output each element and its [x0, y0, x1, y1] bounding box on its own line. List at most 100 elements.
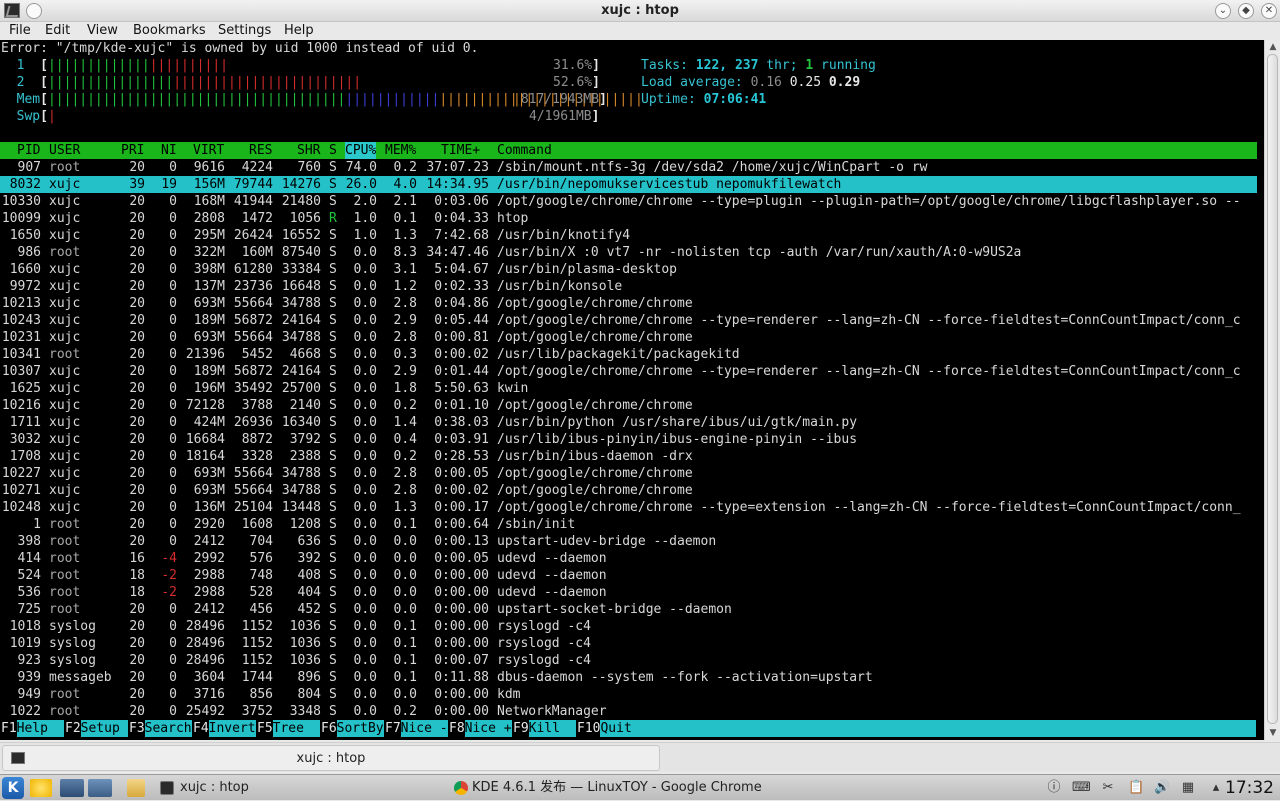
clipboard-icon[interactable]: 📋: [1128, 780, 1144, 796]
cell-virt: 189M: [193, 313, 225, 328]
table-row[interactable]: 10307 xujc 20 0 189M 56872 24164 S 0.0 2.9 0:01.44…: [0, 363, 1257, 380]
scroll-down-icon[interactable]: ▼: [1268, 728, 1278, 738]
network-icon[interactable]: ▦: [1180, 780, 1196, 796]
favorites-star-icon[interactable]: [30, 779, 52, 797]
table-row[interactable]: 949 root 20 0 3716 856 804 S 0.0 0.0 0:00.00 kdm: [0, 686, 1257, 703]
table-row[interactable]: 414 root 16 -4 2992 576 392 S 0.0 0.0 0:00.05 udevd…: [0, 550, 1257, 567]
col-command[interactable]: Command: [497, 142, 552, 159]
table-row[interactable]: 1708 xujc 20 0 18164 3328 2388 S 0.0 0.2 0:28.53/u…: [0, 448, 1257, 465]
table-row[interactable]: 3032 xujc 20 0 16684 8872 3792 S 0.0 0.4 0:03.91/u…: [0, 431, 1257, 448]
col-pid[interactable]: PID: [17, 142, 40, 159]
cell-shr: 25700: [281, 381, 321, 396]
cell-mem: 2.8: [393, 466, 417, 481]
table-row[interactable]: 398 root 20 0 2412 704 636 S 0.0 0.0 0:00.13 upstar…: [0, 533, 1257, 550]
table-row-selected[interactable]: 8032 xujc 39 19 156M 79744 14276 S 26.0 4.0 14:34.…: [0, 176, 1257, 193]
col-time[interactable]: TIME+: [441, 142, 480, 159]
table-row[interactable]: 725 root 20 0 2412 456 452 S 0.0 0.0 0:00.00 upstar…: [0, 601, 1257, 618]
col-pri[interactable]: PRI: [121, 142, 144, 159]
desktop-2-icon[interactable]: [88, 779, 112, 797]
col-mem[interactable]: MEM%: [385, 142, 416, 159]
col-res[interactable]: RES: [249, 142, 272, 159]
fkey-f2[interactable]: F2Setup: [65, 720, 128, 737]
maximize-button[interactable]: ◆: [1238, 3, 1254, 19]
table-row[interactable]: 10231 xujc 20 0 693M 55664 34788 S 0.0 2.8 0:00.81…: [0, 329, 1257, 346]
table-row[interactable]: 1 root 20 0 2920 1608 1208 S 0.0 0.1 0:00.64/sbin/…: [0, 516, 1257, 533]
table-row[interactable]: 10216 xujc 20 0 72128 3788 2140 S 0.0 0.2 0:01.10/…: [0, 397, 1257, 414]
fkey-f3[interactable]: F3Search: [129, 720, 192, 737]
volume-icon[interactable]: 🔊: [1154, 780, 1170, 796]
cell-ni: -4: [161, 551, 177, 566]
scissors-icon[interactable]: ✂: [1100, 780, 1116, 796]
clock[interactable]: 17:32: [1225, 775, 1274, 801]
kde-menu-icon[interactable]: K: [2, 777, 24, 799]
table-row[interactable]: 10248 xujc 20 0 136M 25104 13448 S 0.0 1.3 0:00.17…: [0, 499, 1257, 516]
menu-help[interactable]: Help: [284, 22, 314, 40]
menu-settings[interactable]: Settings: [218, 22, 271, 40]
minimize-button[interactable]: ⌄: [1215, 3, 1231, 19]
cell-pid: 524: [17, 568, 41, 583]
col-user[interactable]: USER: [49, 142, 80, 159]
table-row[interactable]: 986 root 20 0 322M 160M 87540 S 0.0 8.3 34:47.46/u…: [0, 244, 1257, 261]
table-row[interactable]: 10271 xujc 20 0 693M 55664 34788 S 0.0 2.8 0:00.02…: [0, 482, 1257, 499]
table-row[interactable]: 10227 xujc 20 0 693M 55664 34788 S 0.0 2.8 0:00.05…: [0, 465, 1257, 482]
scrollbar-thumb[interactable]: [1267, 54, 1278, 724]
task-chrome[interactable]: KDE 4.6.1 发布 — LinuxTOY - Google Chrome: [472, 777, 762, 799]
table-row[interactable]: 10243 xujc 20 0 189M 56872 24164 S 0.0 2.9 0:05.44…: [0, 312, 1257, 329]
table-row[interactable]: 1650 xujc 20 0 295M 26424 16552 S 1.0 1.3 7:42.68/…: [0, 227, 1257, 244]
table-row[interactable]: 1660 xujc 20 0 398M 61280 33384 S 0.0 3.1 5:04.67/…: [0, 261, 1257, 278]
cell-mem: 0.0: [393, 687, 417, 702]
cell-user: root: [49, 687, 81, 702]
table-row[interactable]: 939 messageb 20 0 3604 1744 896 S 0.0 0.1 0:11.88 d…: [0, 669, 1257, 686]
info-icon[interactable]: ⓘ: [1046, 780, 1062, 796]
table-row[interactable]: 1022 root 20 0 25492 3752 3348 S 0.0 0.2 0:00.00 Ne…: [0, 703, 1257, 720]
menu-bookmarks[interactable]: Bookmarks: [133, 22, 206, 40]
table-row[interactable]: 9972 xujc 20 0 137M 23736 16648 S 0.0 1.2 0:02.33/…: [0, 278, 1257, 295]
keyboard-icon[interactable]: ⌨: [1072, 780, 1091, 796]
cell-command: /opt/google/chrome/chrome: [497, 483, 693, 498]
fkey-f9[interactable]: F9Kill: [513, 720, 576, 737]
cell-time: 0:02.33: [434, 279, 489, 294]
fkey-f5[interactable]: F5Tree: [257, 720, 320, 737]
table-row[interactable]: 10330 xujc 20 0 168M 41944 21480 S 2.0 2.1 0:03.06…: [0, 193, 1257, 210]
cell-virt: 424M: [193, 415, 225, 430]
col-shr[interactable]: SHR: [297, 142, 320, 159]
terminal-area[interactable]: Error: "/tmp/kde-xujc" is owned by uid 1…: [0, 40, 1264, 740]
table-row[interactable]: 907 root 20 0 9616 4224 760 S 74.0 0.2 37:07.23/sb…: [0, 159, 1257, 176]
scroll-up-icon[interactable]: ▲: [1268, 42, 1278, 52]
col-state[interactable]: S: [329, 142, 337, 159]
table-row[interactable]: 1019 syslog 20 0 28496 1152 1036 S 0.0 0.1 0:00.00…: [0, 635, 1257, 652]
col-ni[interactable]: NI: [161, 142, 177, 159]
cell-mem: 0.2: [393, 704, 417, 719]
cell-res: 4224: [241, 160, 273, 175]
fkey-f1[interactable]: F1Help: [1, 720, 64, 737]
table-row[interactable]: 10099 xujc 20 0 2808 1472 1056 R 1.0 0.1 0:04.33 ht…: [0, 210, 1257, 227]
fkey-f4[interactable]: F4Invert: [193, 720, 256, 737]
cell-pid: 10243: [1, 313, 41, 328]
table-row[interactable]: 536 root 18 -2 2988 528 404 S 0.0 0.0 0:00.00 udevd…: [0, 584, 1257, 601]
fkey-f8[interactable]: F8Nice +: [449, 720, 512, 737]
table-row[interactable]: 10341 root 20 0 21396 5452 4668 S 0.0 0.3 0:00.02/…: [0, 346, 1257, 363]
tray-arrow-icon[interactable]: ▴: [1208, 780, 1224, 796]
task-konsole[interactable]: xujc : htop: [180, 777, 249, 799]
table-row[interactable]: 1711 xujc 20 0 424M 26936 16340 S 0.0 1.4 0:38.03/…: [0, 414, 1257, 431]
table-row[interactable]: 1018 syslog 20 0 28496 1152 1036 S 0.0 0.1 0:00.00…: [0, 618, 1257, 635]
cell-time: 0:00.13: [434, 534, 489, 549]
cell-cpu: 1.0: [353, 211, 377, 226]
table-row[interactable]: 10213 xujc 20 0 693M 55664 34788 S 0.0 2.8 0:04.86…: [0, 295, 1257, 312]
table-row[interactable]: 524 root 18 -2 2988 748 408 S 0.0 0.0 0:00.00 udevd…: [0, 567, 1257, 584]
fkey-f10[interactable]: F10Quit: [577, 720, 1257, 737]
tab-htop[interactable]: xujc : htop: [2, 745, 660, 771]
vertical-scrollbar[interactable]: ▲ ▼: [1264, 40, 1280, 740]
col-cpu[interactable]: CPU%: [345, 142, 377, 159]
menu-file[interactable]: File: [9, 22, 31, 40]
menu-view[interactable]: View: [87, 22, 118, 40]
col-virt[interactable]: VIRT: [193, 142, 224, 159]
close-button[interactable]: ✕: [1261, 3, 1277, 19]
menu-edit[interactable]: Edit: [45, 22, 70, 40]
table-row[interactable]: 923 syslog 20 0 28496 1152 1036 S 0.0 0.1 0:00.07 r…: [0, 652, 1257, 669]
folder-icon[interactable]: [127, 779, 145, 797]
fkey-f7[interactable]: F7Nice -: [385, 720, 448, 737]
desktop-1-icon[interactable]: [60, 779, 84, 797]
table-row[interactable]: 1625 xujc 20 0 196M 35492 25700 S 0.0 1.8 5:50.63 k…: [0, 380, 1257, 397]
fkey-f6[interactable]: F6SortBy: [321, 720, 384, 737]
